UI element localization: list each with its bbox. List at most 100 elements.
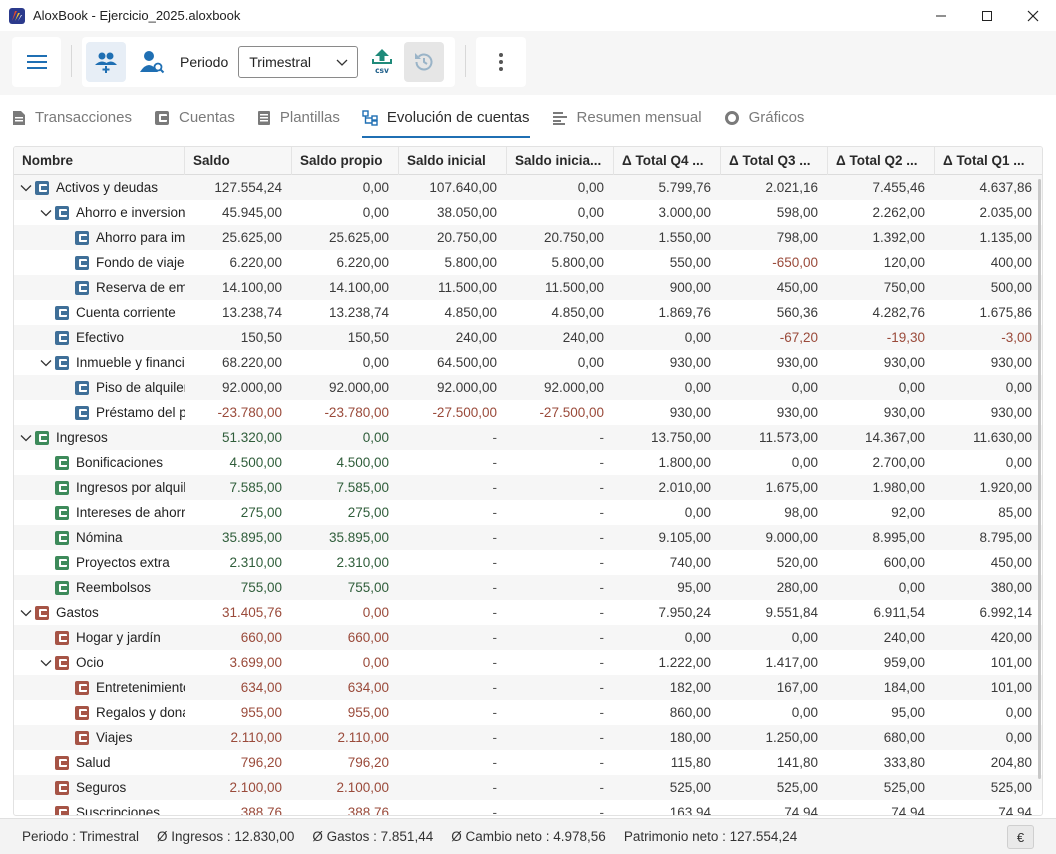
column-header[interactable]: Saldo inicia... bbox=[507, 147, 614, 175]
value-cell: 0,00 bbox=[362, 655, 389, 670]
table-row[interactable]: Proyectos extra 2.310,00 2.310,00 - - 740,00 5… bbox=[14, 550, 1042, 575]
value-cell: - bbox=[599, 805, 605, 816]
value-cell: 9.105,00 bbox=[658, 530, 711, 545]
value-cell: 4.637,86 bbox=[979, 180, 1032, 195]
minimize-button[interactable] bbox=[918, 0, 964, 31]
value-cell: - bbox=[599, 630, 605, 645]
value-cell: 525,00 bbox=[883, 780, 925, 795]
table-row[interactable]: Entretenimiento 634,00 634,00 - - 182,00 167,0… bbox=[14, 675, 1042, 700]
value-cell: 0,00 bbox=[1005, 380, 1032, 395]
table-row[interactable]: Gastos 31.405,76 0,00 - - 7.950,24 9.551,84 6.9… bbox=[14, 600, 1042, 625]
table-row[interactable]: Efectivo 150,50 150,50 240,00 240,00 0,00 -67,… bbox=[14, 325, 1042, 350]
expense-account-icon bbox=[75, 730, 89, 745]
value-cell: 0,00 bbox=[362, 430, 389, 445]
status-gastos: Ø Gastos : 7.851,44 bbox=[312, 829, 434, 844]
expand-spacer bbox=[38, 330, 54, 346]
table-row[interactable]: Regalos y donaciones 955,00 955,00 - - 860,00… bbox=[14, 700, 1042, 725]
expand-toggle[interactable] bbox=[38, 655, 54, 671]
history-button[interactable] bbox=[404, 42, 445, 82]
table-row[interactable]: Préstamo del piso -23.780,00 -23.780,00 -27… bbox=[14, 400, 1042, 425]
tab-transacciones[interactable]: Transacciones bbox=[12, 96, 132, 140]
value-cell: 930,00 bbox=[669, 355, 711, 370]
tab-cuentas[interactable]: Cuentas bbox=[154, 96, 235, 140]
value-cell: 1.392,00 bbox=[872, 230, 925, 245]
table-row[interactable]: Piso de alquiler 92.000,00 92.000,00 92.000… bbox=[14, 375, 1042, 400]
table-row[interactable]: Salud 796,20 796,20 - - 115,80 141,80 333,80 204… bbox=[14, 750, 1042, 775]
value-cell: 0,00 bbox=[684, 380, 711, 395]
maximize-button[interactable] bbox=[964, 0, 1010, 31]
currency-button[interactable]: € bbox=[1007, 825, 1034, 849]
column-header[interactable]: Δ Total Q2 ... bbox=[828, 147, 935, 175]
column-header[interactable]: Δ Total Q3 ... bbox=[721, 147, 828, 175]
table-row[interactable]: Fondo de viajes 6.220,00 6.220,00 5.800,00 5… bbox=[14, 250, 1042, 275]
expand-toggle[interactable] bbox=[38, 205, 54, 221]
value-cell: 35.895,00 bbox=[221, 530, 282, 545]
value-cell: 0,00 bbox=[684, 505, 711, 520]
expand-spacer bbox=[38, 630, 54, 646]
table-row[interactable]: Hogar y jardín 660,00 660,00 - - 0,00 0,00 240,… bbox=[14, 625, 1042, 650]
value-cell: 9.551,84 bbox=[765, 605, 818, 620]
column-header[interactable]: Saldo inicial bbox=[399, 147, 507, 175]
add-people-button[interactable] bbox=[86, 42, 126, 82]
value-cell: - bbox=[599, 455, 605, 470]
table-row[interactable]: Ingresos 51.320,00 0,00 - - 13.750,00 11.573,0… bbox=[14, 425, 1042, 450]
vertical-scrollbar[interactable] bbox=[1038, 179, 1041, 779]
table-row[interactable]: Reembolsos 755,00 755,00 - - 95,00 280,00 0,00 3… bbox=[14, 575, 1042, 600]
value-cell: 6.220,00 bbox=[229, 255, 282, 270]
value-cell: 900,00 bbox=[669, 280, 711, 295]
value-cell: 7.455,46 bbox=[872, 180, 925, 195]
close-button[interactable] bbox=[1010, 0, 1056, 31]
more-options-button[interactable] bbox=[481, 42, 521, 82]
table-row[interactable]: Ahorro e inversiones 45.945,00 0,00 38.050,… bbox=[14, 200, 1042, 225]
main-toolbar-card: Periodo Trimestral csv bbox=[82, 37, 455, 87]
table-row[interactable]: Viajes 2.110,00 2.110,00 - - 180,00 1.250,00 68… bbox=[14, 725, 1042, 750]
table-row[interactable]: Reserva de emergencia 14.100,00 14.100,00 1… bbox=[14, 275, 1042, 300]
account-name: Ingresos bbox=[56, 430, 108, 445]
tab-graficos[interactable]: Gráficos bbox=[724, 96, 804, 140]
tab-resumen-mensual[interactable]: Resumen mensual bbox=[552, 96, 702, 140]
export-csv-button[interactable]: csv bbox=[362, 42, 402, 82]
menu-button[interactable] bbox=[17, 42, 57, 82]
value-cell: 101,00 bbox=[990, 655, 1032, 670]
column-header[interactable]: Saldo propio bbox=[292, 147, 399, 175]
account-name-cell: Efectivo bbox=[14, 325, 185, 350]
value-cell: 150,50 bbox=[240, 330, 282, 345]
table-row[interactable]: Cuenta corriente 13.238,74 13.238,74 4.850,… bbox=[14, 300, 1042, 325]
value-cell: 74,94 bbox=[784, 805, 818, 816]
value-cell: - bbox=[492, 705, 498, 720]
table-row[interactable]: Ahorro para imprevistos 25.625,00 25.625,0… bbox=[14, 225, 1042, 250]
expand-toggle[interactable] bbox=[18, 430, 34, 446]
account-name-cell: Salud bbox=[14, 750, 185, 775]
column-header[interactable]: Saldo bbox=[185, 147, 292, 175]
table-row[interactable]: Intereses de ahorro 275,00 275,00 - - 0,00 98,… bbox=[14, 500, 1042, 525]
user-search-button[interactable] bbox=[132, 42, 172, 82]
table-row[interactable]: Nómina 35.895,00 35.895,00 - - 9.105,00 9.000,… bbox=[14, 525, 1042, 550]
account-name: Bonificaciones bbox=[76, 455, 164, 470]
value-cell: 9.000,00 bbox=[765, 530, 818, 545]
table-row[interactable]: Suscripciones 388,76 388,76 - - 163,94 74,94 74… bbox=[14, 800, 1042, 816]
chevron-down-icon bbox=[20, 184, 32, 191]
table-row[interactable]: Bonificaciones 4.500,00 4.500,00 - - 1.800,00… bbox=[14, 450, 1042, 475]
value-cell: - bbox=[599, 480, 605, 495]
account-name-cell: Ocio bbox=[14, 650, 185, 675]
table-row[interactable]: Activos y deudas 127.554,24 0,00 107.640,00… bbox=[14, 175, 1042, 200]
tab-plantillas[interactable]: Plantillas bbox=[257, 96, 340, 140]
periodo-select[interactable]: Trimestral bbox=[238, 46, 359, 78]
table-row[interactable]: Inmueble y financiación 68.220,00 0,00 64.5… bbox=[14, 350, 1042, 375]
column-header[interactable]: Δ Total Q1 ... bbox=[935, 147, 1042, 175]
expand-toggle[interactable] bbox=[18, 605, 34, 621]
table-row[interactable]: Ocio 3.699,00 0,00 - - 1.222,00 1.417,00 959,00… bbox=[14, 650, 1042, 675]
table-row[interactable]: Ingresos por alquiler 7.585,00 7.585,00 - - 2… bbox=[14, 475, 1042, 500]
value-cell: 6.911,54 bbox=[873, 605, 925, 620]
value-cell: 0,00 bbox=[362, 180, 389, 195]
column-header[interactable]: Nombre bbox=[14, 147, 185, 175]
account-name-cell: Regalos y donaciones bbox=[14, 700, 185, 725]
column-header[interactable]: Δ Total Q4 ... bbox=[614, 147, 721, 175]
value-cell: 0,00 bbox=[791, 630, 818, 645]
tab-evolucion-cuentas[interactable]: Evolución de cuentas bbox=[361, 96, 530, 140]
expand-toggle[interactable] bbox=[18, 180, 34, 196]
table-row[interactable]: Seguros 2.100,00 2.100,00 - - 525,00 525,00 525… bbox=[14, 775, 1042, 800]
expand-spacer bbox=[58, 405, 74, 421]
expand-toggle[interactable] bbox=[38, 355, 54, 371]
value-cell: 51.320,00 bbox=[221, 430, 282, 445]
